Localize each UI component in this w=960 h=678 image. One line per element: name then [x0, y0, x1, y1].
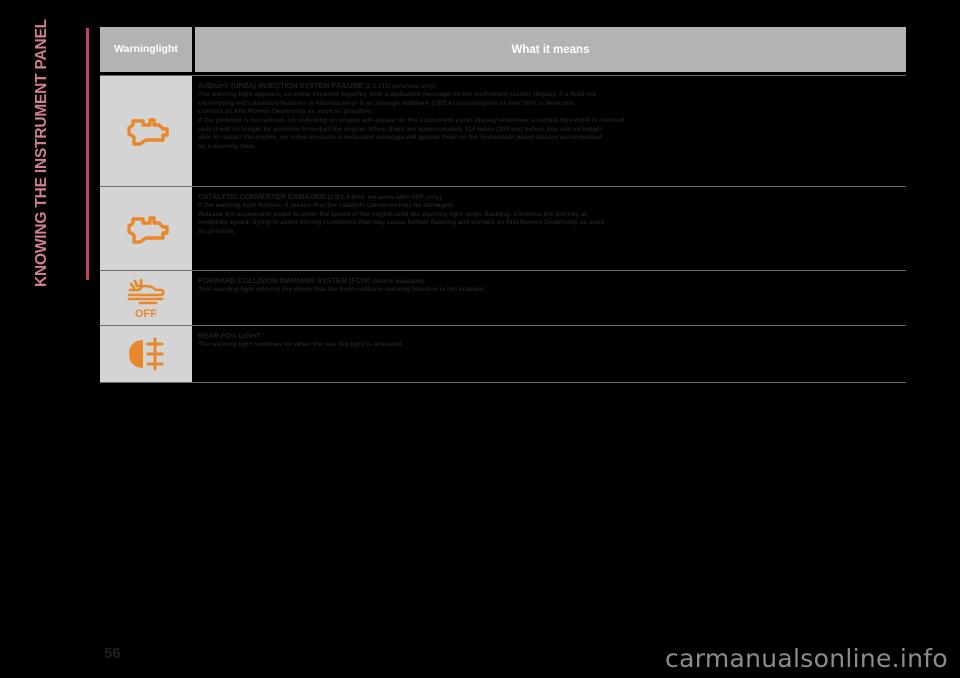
table-header-row: Warning light What it means [100, 27, 906, 72]
page-number: 56 [104, 645, 121, 662]
column-header-warning-light-line1: Warning [114, 42, 156, 55]
row-title-main: CATALYTIC CONVERTER DAMAGED [198, 192, 326, 201]
description-cell: REAR FOG LIGHT The warning light switche… [195, 326, 906, 382]
table-row: OFF FORWARD COLLISION WARNING SYSTEM (FC… [100, 271, 906, 326]
table-row: REAR FOG LIGHT The warning light switche… [100, 326, 906, 383]
engine-check-icon [127, 118, 169, 146]
forward-collision-off-icon: OFF [127, 278, 165, 319]
off-label: OFF [135, 308, 157, 319]
chapter-rule [86, 28, 89, 280]
chapter-title: KNOWING THE INSTRUMENT PANEL [33, 19, 50, 287]
watermark: carmanualsonline.info [665, 644, 948, 673]
manual-page: KNOWING THE INSTRUMENT PANEL Warning lig… [0, 0, 960, 678]
row-title: FORWARD COLLISION WARNING SYSTEM (FCW) (… [198, 276, 904, 286]
description-cell: CATALYTIC CONVERTER DAMAGED (2.0/1.4 MAi… [195, 187, 906, 270]
warning-light-cell [100, 187, 192, 270]
row-body-line: moderate speed, trying to avoid driving … [198, 219, 605, 227]
warning-light-cell: OFF [100, 271, 192, 325]
warning-light-cell [100, 326, 192, 382]
row-body-line: able to restart the engine, on some vers… [198, 134, 602, 142]
column-header-warning-light: Warning light [100, 27, 192, 72]
row-body-line: This warning light informs the driver th… [198, 286, 486, 294]
row-title: CATALYTIC CONVERTER DAMAGED (2.0/1.4 MAi… [198, 192, 904, 202]
row-body: The warning light switches on when the r… [198, 341, 904, 350]
row-title: AdBlue® (UREA) INJECTION SYSTEM FAILURE … [198, 81, 904, 91]
chapter-tab: KNOWING THE INSTRUMENT PANEL [0, 0, 96, 678]
column-header-what-it-means: What it means [195, 27, 906, 72]
row-body-line: The warning light switches on when the r… [198, 341, 404, 349]
column-header-warning-light-line2: light [155, 42, 178, 55]
description-cell: AdBlue® (UREA) INJECTION SYSTEM FAILURE … [195, 76, 906, 186]
row-title-suffix: (2.0/1.4 MAir versions with GPF only) [327, 194, 442, 201]
warning-lights-table: Warning light What it means AdBlue® (URE… [100, 27, 906, 383]
row-title-main: AdBlue® (UREA) INJECTION SYSTEM FAILURE [198, 81, 363, 90]
row-body-line: If the warning light flashes, it means t… [198, 202, 454, 210]
row-body-line: conforming with standard features is int… [198, 99, 575, 107]
row-title-suffix: (2.2 JTD versions only) [364, 83, 436, 90]
row-body-line: Release the accelerator pedal to lower t… [198, 210, 587, 218]
row-body-line: The warning light appears, on some versi… [198, 91, 597, 99]
warning-light-cell [100, 76, 192, 186]
table-body: AdBlue® (UREA) INJECTION SYSTEM FAILURE … [100, 75, 906, 383]
row-body: If the warning light flashes, it means t… [198, 202, 904, 236]
engine-check-icon [127, 215, 169, 244]
row-body-line: until it will no longer be possible to r… [198, 125, 603, 133]
row-title-suffix: (where available) [372, 278, 425, 285]
row-body: The warning light appears, on some versi… [198, 91, 904, 151]
row-title: REAR FOG LIGHT [198, 331, 904, 341]
row-body-line: as possible. [198, 227, 236, 235]
table-row: CATALYTIC CONVERTER DAMAGED (2.0/1.4 MAi… [100, 187, 906, 271]
row-body-line: If the problem is not solved, on switchi… [198, 116, 625, 124]
row-title-main: REAR FOG LIGHT [198, 331, 261, 340]
row-body-line: by a warning tone. [198, 142, 256, 150]
description-cell: FORWARD COLLISION WARNING SYSTEM (FCW) (… [195, 271, 906, 325]
table-row: AdBlue® (UREA) INJECTION SYSTEM FAILURE … [100, 75, 906, 187]
row-body: This warning light informs the driver th… [198, 286, 904, 295]
rear-fog-light-icon [129, 337, 164, 371]
row-body-line: Contact an Alfa Romeo Dealership as soon… [198, 108, 372, 116]
row-title-main: FORWARD COLLISION WARNING SYSTEM (FCW) [198, 276, 371, 285]
